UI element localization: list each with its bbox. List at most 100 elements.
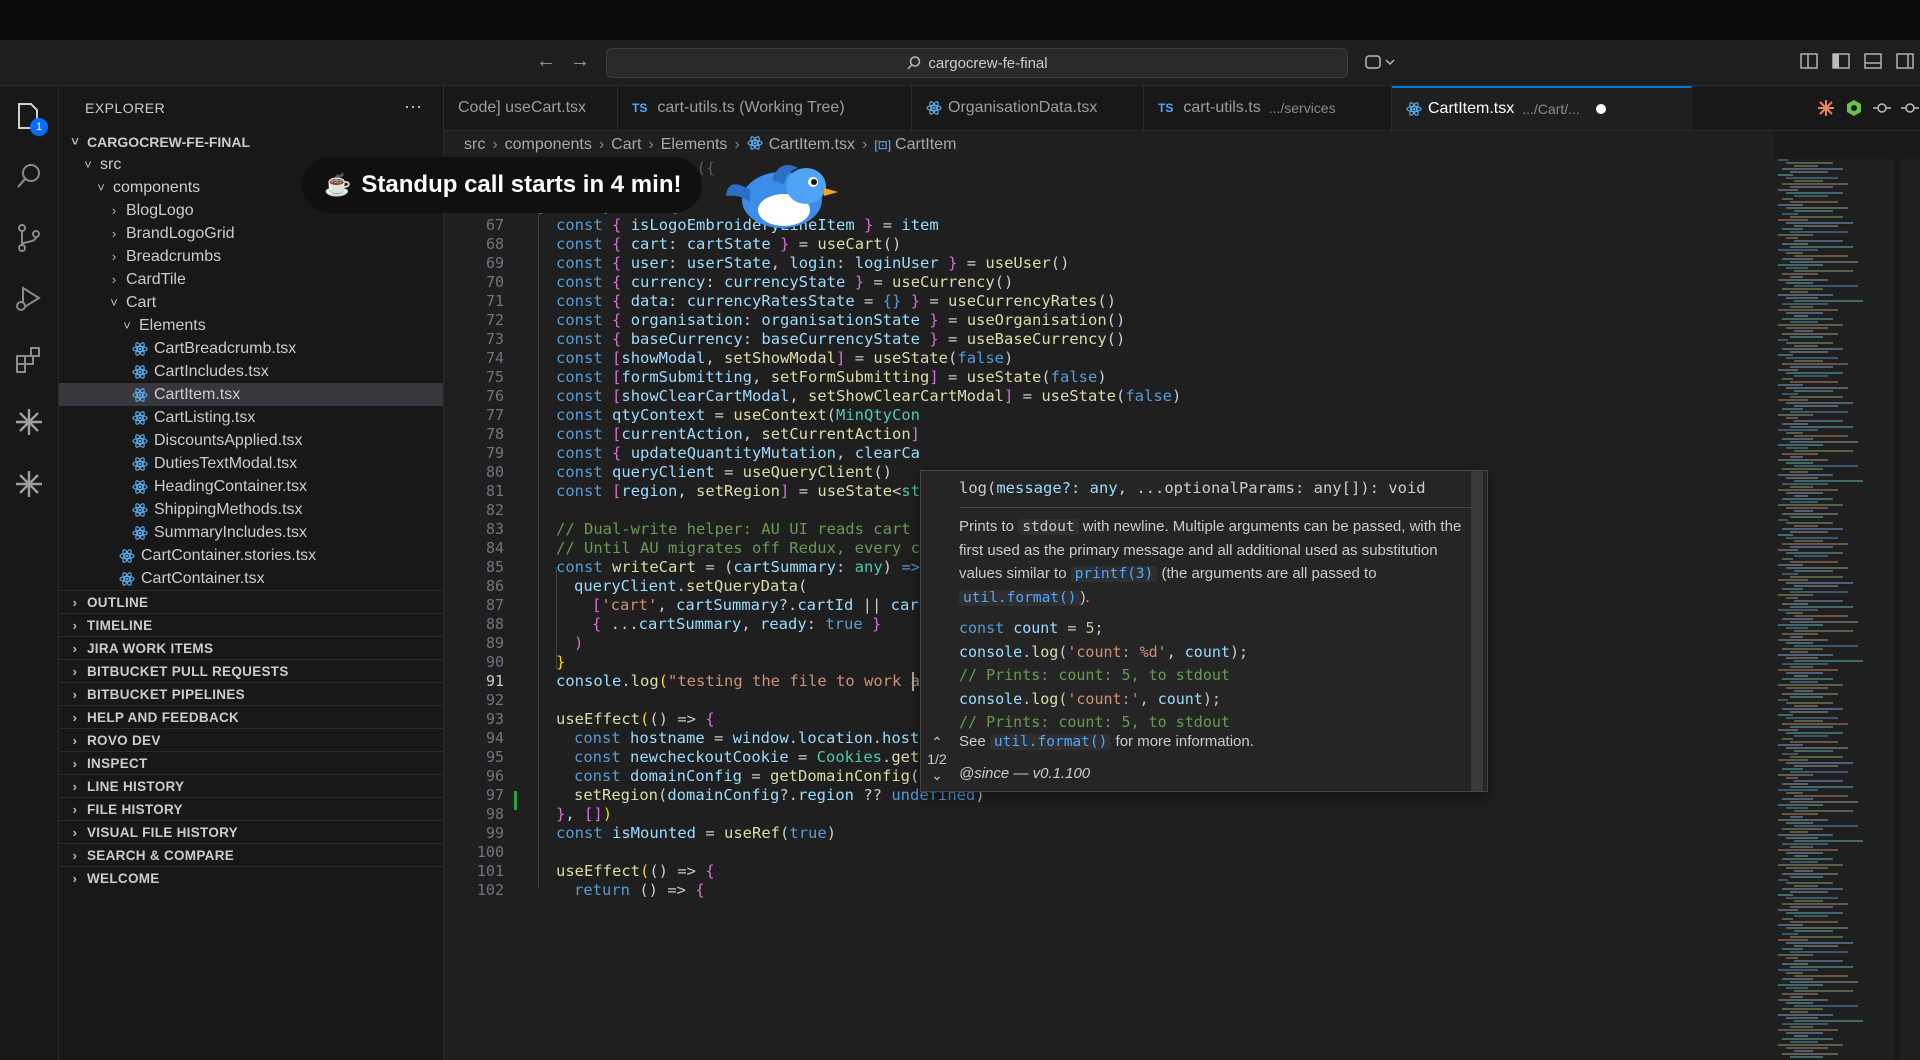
breadcrumb-item[interactable]: Cart — [611, 136, 641, 154]
sidebar-section-header[interactable]: › FILE HISTORY — [59, 797, 443, 821]
workspace-root[interactable]: ˅ CARGOCREW-FE-FINAL — [59, 130, 443, 153]
chevron-icon: › — [111, 203, 117, 218]
source-control-icon[interactable] — [13, 222, 45, 254]
util-format-link[interactable]: util.format() — [959, 590, 1081, 606]
sidebar-section-header[interactable]: › OUTLINE — [59, 590, 443, 614]
breadcrumb-item[interactable]: src — [464, 136, 485, 154]
sidebar-section-header[interactable]: › INSPECT — [59, 751, 443, 775]
claude-spark-secondary-icon[interactable] — [13, 468, 45, 500]
copilot-icon[interactable] — [1364, 52, 1398, 72]
file-item[interactable]: CartBreadcrumb.tsx — [59, 337, 443, 360]
editor-scrollbar[interactable] — [1900, 159, 1920, 1060]
editor-tab[interactable]: TS cart-utils.ts .../services — [1144, 86, 1392, 130]
minimap-line — [1778, 579, 1808, 581]
sidebar-section-header[interactable]: › BITBUCKET PIPELINES — [59, 682, 443, 706]
line-number: 94 — [485, 729, 504, 747]
editor-tab[interactable]: CartItem.tsx .../Cart/... — [1392, 86, 1692, 130]
sidebar-section-header[interactable]: › ROVO DEV — [59, 728, 443, 752]
file-item[interactable]: DutiesTextModal.tsx — [59, 452, 443, 475]
chevron-icon: ˅ — [110, 295, 118, 310]
customize-layout-icon[interactable] — [1800, 52, 1818, 70]
node-hexagon-icon[interactable] — [1844, 98, 1864, 118]
breadcrumb-item[interactable]: components — [505, 136, 592, 154]
minimap-line — [1794, 270, 1853, 272]
explorer-more-actions[interactable]: ··· — [404, 96, 422, 117]
unsaved-dot-icon[interactable] — [1595, 104, 1606, 114]
claude-code-icon[interactable] — [1816, 98, 1836, 118]
util-format-see-link[interactable]: util.format() — [989, 734, 1112, 750]
git-compare-icon[interactable] — [1872, 98, 1892, 118]
minimap-line — [1782, 333, 1838, 335]
minimap-line — [1794, 705, 1818, 707]
sidebar-section-header[interactable]: › JIRA WORK ITEMS — [59, 636, 443, 660]
overload-pager[interactable]: ⌃ 1/2 ⌄ — [921, 734, 953, 784]
git-commit-icon[interactable] — [1900, 98, 1920, 118]
folder-item[interactable]: ˅ Cart — [59, 291, 443, 314]
sidebar-section-header[interactable]: › HELP AND FEEDBACK — [59, 705, 443, 729]
code-editor[interactable]: 5365666768697071727374757677787980818283… — [444, 159, 1774, 1060]
minimap-line — [1790, 276, 1803, 278]
hover-tooltip[interactable]: log(message?: any, ...optionalParams: an… — [920, 470, 1488, 792]
tree-item-label: DiscountsApplied.tsx — [154, 431, 303, 449]
sidebar-section-header[interactable]: › WELCOME — [59, 866, 443, 890]
editor-tab[interactable]: TS cart-utils.ts (Working Tree) — [618, 86, 912, 130]
file-item[interactable]: SummaryIncludes.tsx — [59, 521, 443, 544]
chevron-up-icon[interactable]: ⌃ — [921, 734, 953, 751]
command-center-search[interactable]: cargocrew-fe-final — [606, 48, 1348, 78]
chevron-down-icon[interactable]: ⌄ — [921, 767, 953, 784]
minimap-line — [1790, 876, 1823, 878]
breadcrumb-item[interactable]: CartItem — [895, 136, 956, 154]
search-icon[interactable] — [13, 160, 45, 192]
minimap-line — [1782, 1023, 1828, 1025]
sidebar-section-header[interactable]: › TIMELINE — [59, 613, 443, 637]
minimap-line — [1786, 852, 1823, 854]
chevron-icon: ˅ — [84, 157, 92, 172]
minimap-line — [1782, 693, 1838, 695]
file-item[interactable]: DiscountsApplied.tsx — [59, 429, 443, 452]
minimap-line — [1782, 813, 1818, 815]
minimap-line — [1786, 297, 1818, 299]
minimap-line — [1778, 1014, 1833, 1016]
file-item[interactable]: CartListing.tsx — [59, 406, 443, 429]
minimap-line — [1786, 537, 1838, 539]
minimap-line — [1782, 963, 1808, 965]
explorer-badge: 1 — [30, 118, 48, 136]
file-item[interactable]: CartContainer.stories.tsx — [59, 544, 443, 567]
breadcrumb-item[interactable]: Elements — [661, 136, 728, 154]
folder-item[interactable]: › CardTile — [59, 268, 443, 291]
claude-spark-icon[interactable] — [13, 406, 45, 438]
minimap[interactable] — [1774, 159, 1894, 1060]
folder-item[interactable]: ˅ Elements — [59, 314, 443, 337]
run-debug-icon[interactable] — [13, 282, 45, 314]
folder-item[interactable]: › Breadcrumbs — [59, 245, 443, 268]
minimap-line — [1790, 561, 1838, 563]
minimap-line — [1782, 588, 1803, 590]
sidebar-section-header[interactable]: › LINE HISTORY — [59, 774, 443, 798]
file-item[interactable]: ShippingMethods.tsx — [59, 498, 443, 521]
toggle-secondary-sidebar-icon[interactable] — [1896, 52, 1914, 70]
editor-tab[interactable]: OrganisationData.tsx — [912, 86, 1144, 130]
file-item[interactable]: CartItem.tsx — [59, 383, 443, 406]
tooltip-divider — [959, 507, 1479, 508]
file-item[interactable]: CartContainer.tsx — [59, 567, 443, 590]
extensions-icon[interactable] — [13, 344, 45, 376]
standup-notification[interactable]: ☕ Standup call starts in 4 min! — [302, 157, 702, 213]
line-number: 67 — [485, 216, 504, 234]
editor-tab[interactable]: Code] useCart.tsx — [444, 86, 618, 130]
minimap-line — [1786, 687, 1828, 689]
toggle-primary-sidebar-icon[interactable] — [1832, 52, 1850, 70]
file-item[interactable]: HeadingContainer.tsx — [59, 475, 443, 498]
back-arrow-icon[interactable]: ← — [536, 50, 556, 73]
file-item[interactable]: CartIncludes.tsx — [59, 360, 443, 383]
toggle-panel-icon[interactable] — [1864, 52, 1882, 70]
forward-arrow-icon[interactable]: → — [570, 50, 590, 73]
minimap-line — [1786, 777, 1798, 779]
folder-item[interactable]: › BrandLogoGrid — [59, 222, 443, 245]
printf-link[interactable]: printf(3) — [1070, 566, 1158, 582]
sidebar-section-header[interactable]: › BITBUCKET PULL REQUESTS — [59, 659, 443, 683]
sidebar-section-header[interactable]: › VISUAL FILE HISTORY — [59, 820, 443, 844]
minimap-line — [1782, 903, 1848, 905]
tooltip-scrollbar[interactable] — [1471, 471, 1483, 791]
minimap-line — [1778, 714, 1793, 716]
sidebar-section-header[interactable]: › SEARCH & COMPARE — [59, 843, 443, 867]
